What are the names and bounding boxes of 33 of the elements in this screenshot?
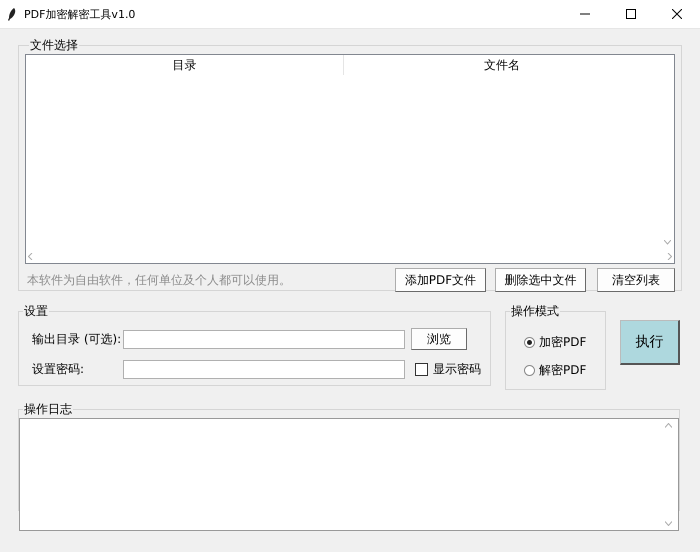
group-title: 操作日志 [23, 401, 73, 418]
group-title: 操作模式 [510, 303, 560, 320]
text-field[interactable] [123, 360, 405, 378]
run-button[interactable]: 执行 [620, 320, 680, 365]
close-icon[interactable] [672, 9, 682, 19]
scroll-down-icon[interactable] [665, 521, 672, 526]
group-title: 设置 [23, 303, 49, 320]
notice-text: 本软件为自由软件，任何单位及个人都可以使用。 [26, 272, 292, 288]
action-button[interactable]: 添加PDF文件 [395, 268, 486, 292]
field-label: 输出目录 (可选): [31, 330, 122, 348]
feather-icon [8, 8, 16, 20]
scroll-left-icon[interactable] [28, 252, 33, 260]
log-textarea[interactable] [19, 418, 679, 531]
column-header[interactable]: 目录 [26, 55, 344, 75]
action-button[interactable]: 清空列表 [597, 268, 675, 292]
file-list[interactable]: 目录 文件名 [25, 54, 675, 264]
window-title: PDF加密解密工具v1.0 [24, 6, 136, 22]
scroll-down-icon[interactable] [664, 240, 671, 245]
maximize-icon[interactable] [626, 9, 636, 19]
scroll-right-icon[interactable] [667, 252, 672, 260]
checkbox-label: 显示密码 [433, 360, 481, 378]
column-header[interactable]: 文件名 [344, 55, 660, 75]
radio-label: 加密PDF [539, 334, 586, 350]
action-button[interactable]: 删除选中文件 [495, 268, 586, 292]
radio-label: 解密PDF [539, 362, 586, 378]
checkbox[interactable] [415, 362, 428, 376]
radio-button[interactable] [524, 364, 535, 376]
text-field[interactable] [123, 330, 405, 348]
group-title: 文件选择 [29, 37, 79, 54]
radio-button[interactable] [524, 336, 535, 348]
browse-button[interactable]: 浏览 [411, 328, 467, 350]
scroll-up-icon[interactable] [665, 423, 672, 428]
field-label: 设置密码: [31, 360, 86, 378]
